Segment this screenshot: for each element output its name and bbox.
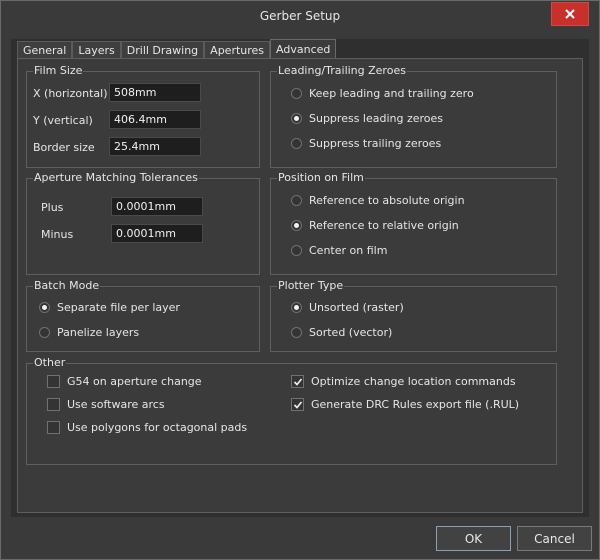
radio-sorted-label: Sorted (vector) xyxy=(309,326,393,339)
radio-dot xyxy=(39,302,50,313)
radio-center-on-film[interactable]: Center on film xyxy=(291,244,387,257)
check-software-arcs[interactable]: Use software arcs xyxy=(47,398,165,411)
check-optimize-location[interactable]: Optimize change location commands xyxy=(291,375,516,388)
leading-trailing-title: Leading/Trailing Zeroes xyxy=(277,64,407,77)
checkmark-icon xyxy=(293,377,302,386)
dialog-client: General Layers Drill Drawing Apertures A… xyxy=(11,39,589,517)
x-horizontal-input[interactable]: 508mm xyxy=(109,83,201,102)
radio-separate-file-label: Separate file per layer xyxy=(57,301,180,314)
radio-dot xyxy=(291,245,302,256)
batch-mode-group: Batch Mode Separate file per layer Panel… xyxy=(26,279,260,352)
checkmark-icon xyxy=(293,400,302,409)
advanced-tab-page: Film Size X (horizontal) 508mm Y (vertic… xyxy=(17,58,583,513)
plus-input[interactable]: 0.0001mm xyxy=(111,197,203,216)
plus-label: Plus xyxy=(41,201,64,214)
radio-dot xyxy=(39,327,50,338)
radio-dot xyxy=(291,302,302,313)
minus-label: Minus xyxy=(41,228,74,241)
plotter-type-title: Plotter Type xyxy=(277,279,345,292)
close-icon xyxy=(565,9,575,19)
radio-suppress-trailing-label: Suppress trailing zeroes xyxy=(309,137,442,150)
batch-mode-title: Batch Mode xyxy=(33,279,101,292)
radio-dot xyxy=(291,195,302,206)
gerber-setup-window: Gerber Setup General Layers Drill Drawin… xyxy=(0,0,600,560)
checkbox xyxy=(47,375,60,388)
aperture-tolerances-title: Aperture Matching Tolerances xyxy=(33,171,199,184)
check-optimize-label: Optimize change location commands xyxy=(311,375,516,388)
other-title: Other xyxy=(33,356,67,369)
check-g54-aperture[interactable]: G54 on aperture change xyxy=(47,375,202,388)
position-on-film-group: Position on Film Reference to absolute o… xyxy=(270,171,557,275)
radio-separate-file[interactable]: Separate file per layer xyxy=(39,301,180,314)
radio-dot xyxy=(291,327,302,338)
tab-advanced[interactable]: Advanced xyxy=(270,39,337,60)
radio-relative-origin-label: Reference to relative origin xyxy=(309,219,459,232)
radio-suppress-leading[interactable]: Suppress leading zeroes xyxy=(291,112,443,125)
radio-relative-origin[interactable]: Reference to relative origin xyxy=(291,219,459,232)
check-polygons-label: Use polygons for octagonal pads xyxy=(67,421,248,434)
x-horizontal-label: X (horizontal) xyxy=(33,87,108,100)
other-group: Other G54 on aperture change Use softwar… xyxy=(26,356,557,465)
checkbox xyxy=(291,398,304,411)
y-vertical-input[interactable]: 406.4mm xyxy=(109,110,201,129)
radio-suppress-leading-label: Suppress leading zeroes xyxy=(309,112,444,125)
check-software-arcs-label: Use software arcs xyxy=(67,398,165,411)
close-button[interactable] xyxy=(551,2,589,26)
plotter-type-group: Plotter Type Unsorted (raster) Sorted (v… xyxy=(270,279,557,352)
cancel-button[interactable]: Cancel xyxy=(517,526,592,551)
radio-center-on-film-label: Center on film xyxy=(309,244,388,257)
border-size-label: Border size xyxy=(33,141,95,154)
checkbox xyxy=(291,375,304,388)
radio-panelize-layers[interactable]: Panelize layers xyxy=(39,326,139,339)
check-generate-drc[interactable]: Generate DRC Rules export file (.RUL) xyxy=(291,398,519,411)
radio-keep-zeroes-label: Keep leading and trailing zero xyxy=(309,87,474,100)
y-vertical-label: Y (vertical) xyxy=(33,114,93,127)
ok-button[interactable]: OK xyxy=(436,526,511,551)
radio-dot xyxy=(291,113,302,124)
check-generate-drc-label: Generate DRC Rules export file (.RUL) xyxy=(311,398,520,411)
leading-trailing-group: Leading/Trailing Zeroes Keep leading and… xyxy=(270,64,557,168)
radio-dot xyxy=(291,88,302,99)
title-bar[interactable]: Gerber Setup xyxy=(1,1,599,31)
tab-strip: General Layers Drill Drawing Apertures A… xyxy=(17,39,337,60)
window-title: Gerber Setup xyxy=(259,9,341,23)
radio-unsorted-raster[interactable]: Unsorted (raster) xyxy=(291,301,404,314)
aperture-tolerances-group: Aperture Matching Tolerances Plus 0.0001… xyxy=(26,171,260,275)
radio-sorted-vector[interactable]: Sorted (vector) xyxy=(291,326,392,339)
radio-panelize-label: Panelize layers xyxy=(57,326,140,339)
radio-absolute-origin-label: Reference to absolute origin xyxy=(309,194,465,207)
film-size-group: Film Size X (horizontal) 508mm Y (vertic… xyxy=(26,64,260,168)
check-polygons-octagonal[interactable]: Use polygons for octagonal pads xyxy=(47,421,247,434)
radio-unsorted-label: Unsorted (raster) xyxy=(309,301,404,314)
checkbox xyxy=(47,421,60,434)
border-size-input[interactable]: 25.4mm xyxy=(109,137,201,156)
minus-input[interactable]: 0.0001mm xyxy=(111,224,203,243)
radio-dot xyxy=(291,138,302,149)
radio-keep-zeroes[interactable]: Keep leading and trailing zero xyxy=(291,87,474,100)
radio-absolute-origin[interactable]: Reference to absolute origin xyxy=(291,194,465,207)
position-on-film-title: Position on Film xyxy=(277,171,365,184)
radio-suppress-trailing[interactable]: Suppress trailing zeroes xyxy=(291,137,441,150)
check-g54-label: G54 on aperture change xyxy=(67,375,202,388)
radio-dot xyxy=(291,220,302,231)
film-size-title: Film Size xyxy=(33,64,84,77)
checkbox xyxy=(47,398,60,411)
